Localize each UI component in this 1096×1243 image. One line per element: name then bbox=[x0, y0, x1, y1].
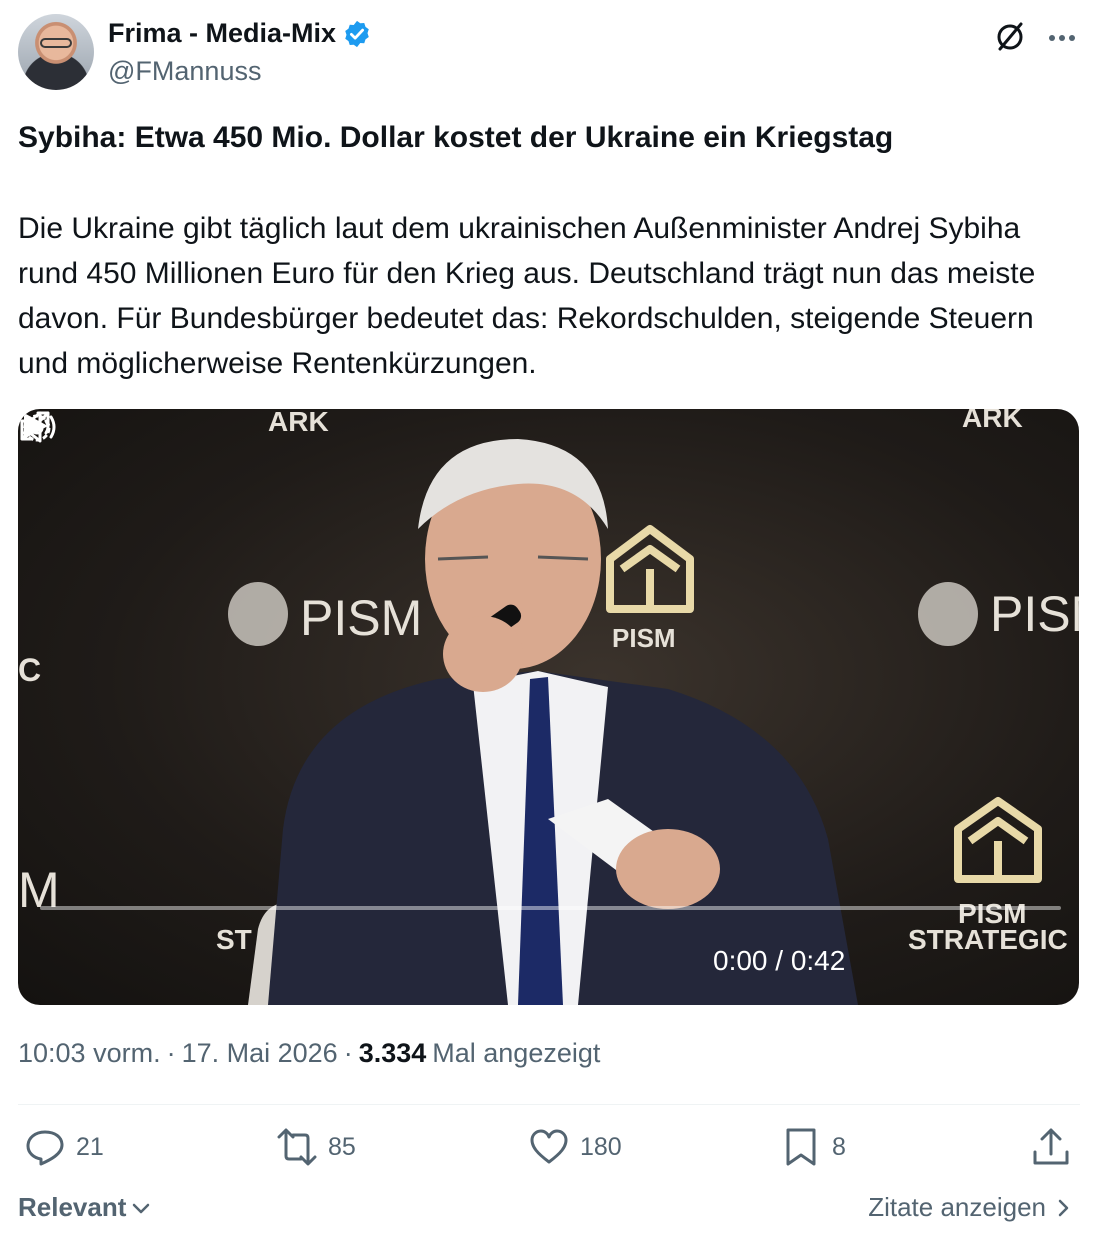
video-progress-bar[interactable] bbox=[40, 906, 1061, 910]
fullscreen-icon[interactable] bbox=[18, 409, 52, 443]
post-title: Sybiha: Etwa 450 Mio. Dollar kostet der … bbox=[18, 121, 894, 154]
reply-icon bbox=[26, 1130, 64, 1166]
meta-separator: · bbox=[343, 1038, 353, 1068]
chevron-right-icon bbox=[1058, 1199, 1069, 1216]
post-body: Die Ukraine gibt täglich laut dem ukrain… bbox=[18, 212, 1036, 380]
post-time[interactable]: 10:03 vorm. bbox=[18, 1038, 161, 1069]
view-quotes-label: Zitate anzeigen bbox=[868, 1192, 1046, 1222]
meta-separator: · bbox=[166, 1038, 176, 1068]
action-bar: 21 85 180 8 bbox=[24, 1126, 1074, 1176]
view-quotes-link[interactable]: Zitate anzeigen bbox=[868, 1192, 1074, 1223]
verified-badge-icon bbox=[345, 20, 369, 47]
repost-icon bbox=[277, 1128, 317, 1166]
post-meta: 10:03 vorm. · 17. Mai 2026 · 3.334 Mal a… bbox=[18, 1038, 600, 1069]
author-handle[interactable]: @FMannuss bbox=[108, 56, 261, 87]
bookmark-icon bbox=[786, 1128, 816, 1166]
bookmark-count: 8 bbox=[832, 1132, 846, 1161]
video-frame: ARK ARK PISM PISM C M PISM PISM STRATEGI… bbox=[18, 409, 1079, 1005]
reply-button[interactable]: 21 bbox=[24, 1126, 104, 1168]
grok-icon[interactable] bbox=[992, 18, 1028, 54]
post-date[interactable]: 17. Mai 2026 bbox=[182, 1038, 338, 1069]
like-count: 180 bbox=[580, 1132, 622, 1161]
backdrop-edge-c: C bbox=[18, 652, 41, 688]
divider bbox=[18, 1104, 1080, 1105]
like-button[interactable]: 180 bbox=[528, 1126, 622, 1168]
author-name[interactable]: Frima - Media-Mix bbox=[108, 18, 336, 49]
sort-dropdown[interactable]: Relevant bbox=[18, 1192, 152, 1223]
post-header: Frima - Media-Mix @FMannuss bbox=[18, 14, 1080, 94]
video-player[interactable]: ARK ARK PISM PISM C M PISM PISM STRATEGI… bbox=[18, 409, 1079, 1005]
backdrop-pism-left: PISM bbox=[300, 590, 422, 646]
eagle-emblem-right bbox=[918, 582, 978, 646]
repost-count: 85 bbox=[328, 1132, 356, 1161]
bookmark-button[interactable]: 8 bbox=[780, 1126, 846, 1168]
backdrop-pism-right: PISM bbox=[990, 586, 1079, 642]
share-button[interactable] bbox=[1030, 1126, 1072, 1168]
eagle-emblem-left bbox=[228, 582, 288, 646]
speaker-figure bbox=[268, 439, 858, 1005]
more-icon[interactable] bbox=[1044, 20, 1080, 56]
like-icon bbox=[530, 1129, 568, 1164]
backdrop-strategic: STRATEGIC bbox=[908, 924, 1068, 955]
pism-strategic-emblem-center bbox=[606, 525, 694, 613]
chevron-down-icon bbox=[133, 1203, 150, 1213]
backdrop-st-left: ST bbox=[216, 924, 252, 955]
backdrop-pism-center: PISM bbox=[612, 623, 676, 653]
pism-strategic-emblem-right bbox=[954, 797, 1042, 883]
share-icon bbox=[1033, 1128, 1069, 1165]
view-label: Mal angezeigt bbox=[432, 1038, 601, 1068]
reply-count: 21 bbox=[76, 1132, 104, 1161]
backdrop-ark-left: ARK bbox=[268, 409, 329, 437]
author-name-row: Frima - Media-Mix bbox=[108, 18, 372, 49]
sort-label: Relevant bbox=[18, 1192, 127, 1222]
repost-button[interactable]: 85 bbox=[276, 1126, 356, 1168]
backdrop-ark-right: ARK bbox=[962, 409, 1023, 433]
view-count: 3.334 bbox=[358, 1038, 427, 1068]
video-time: 0:00 / 0:42 bbox=[713, 945, 846, 976]
avatar[interactable] bbox=[18, 14, 94, 90]
